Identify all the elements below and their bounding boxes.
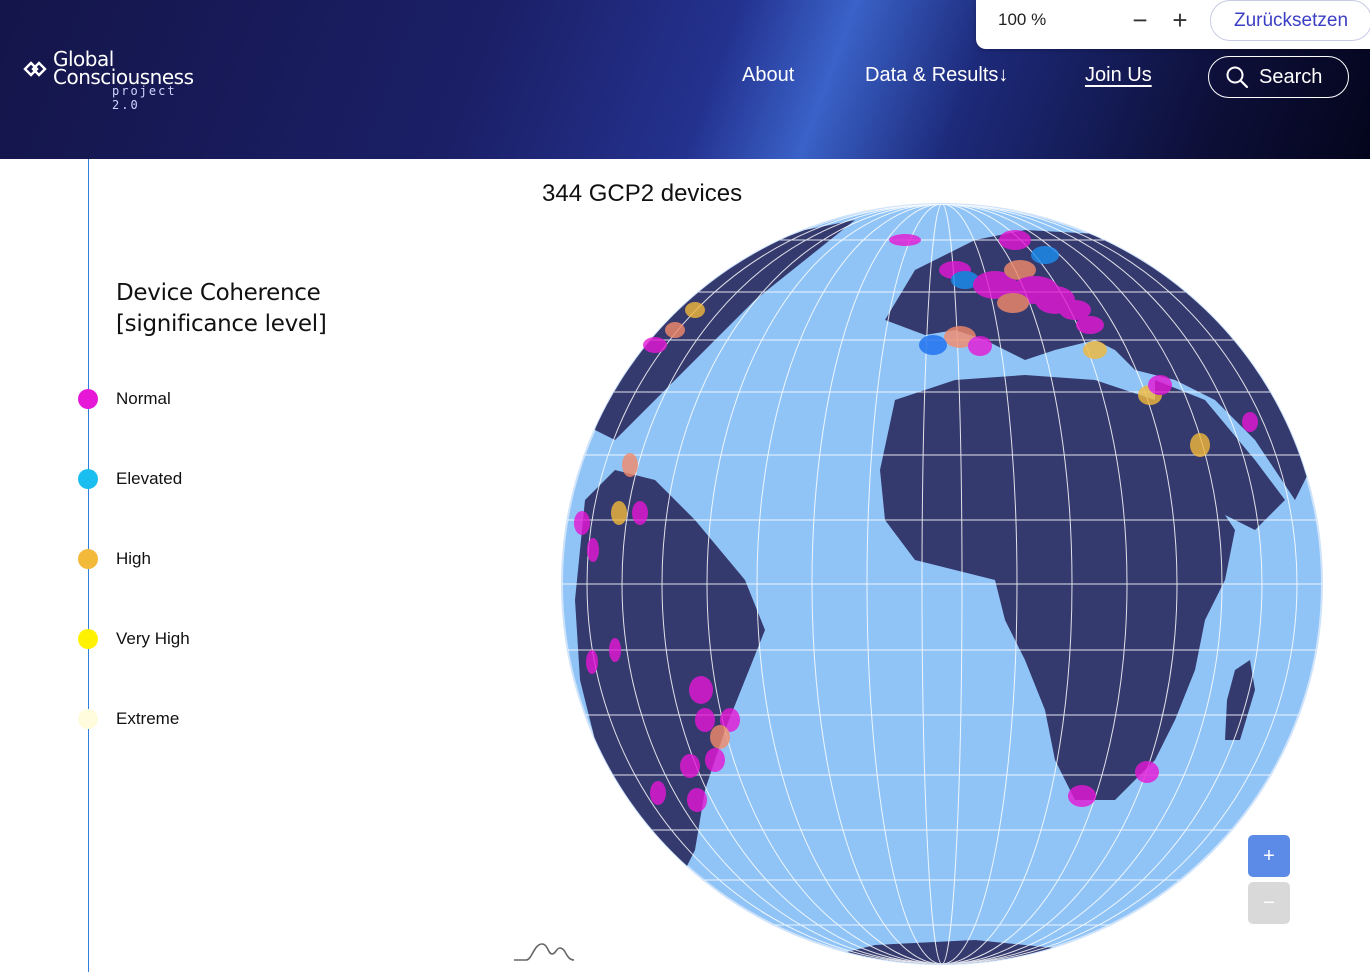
gcp-logo[interactable]: Global Consciousness project 2.0 (20, 47, 200, 112)
device-marker (643, 337, 667, 353)
device-marker (622, 453, 638, 477)
device-marker (919, 335, 947, 355)
device-marker (1068, 785, 1096, 807)
legend-item-high: High (78, 548, 151, 570)
logo-icon (23, 61, 47, 77)
device-marker (1190, 433, 1210, 457)
zoom-in-button[interactable]: + (1166, 6, 1194, 34)
legend-dot-very-high (78, 629, 98, 649)
zoom-bar: 100 % − + Zurücksetzen (976, 0, 1370, 49)
legend-item-normal: Normal (78, 388, 171, 410)
device-marker (1135, 761, 1159, 783)
device-marker (1083, 341, 1107, 359)
device-marker (609, 638, 621, 662)
device-marker (997, 293, 1029, 313)
legend-title-line1: Device Coherence (116, 280, 321, 306)
nav-about[interactable]: About (742, 64, 794, 87)
device-marker (689, 676, 713, 704)
legend-title: Device Coherence [significance level] (116, 278, 327, 340)
device-marker (650, 781, 666, 805)
nav-data-results-label: Data & Results (865, 64, 999, 86)
logo-subtitle: project 2.0 (112, 84, 177, 112)
legend-label-very-high: Very High (116, 629, 190, 648)
legend-item-very-high: Very High (78, 628, 190, 650)
device-marker (586, 650, 598, 674)
arrow-down-icon: ↓ (998, 64, 1009, 86)
legend-dot-extreme (78, 709, 98, 729)
legend-label-normal: Normal (116, 389, 171, 408)
device-marker (695, 708, 715, 732)
device-marker (1076, 316, 1104, 334)
zoom-reset-button[interactable]: Zurücksetzen (1210, 0, 1370, 41)
nav-data-results[interactable]: Data & Results↓ (865, 64, 1008, 87)
legend-dot-high (78, 549, 98, 569)
legend-label-high: High (116, 549, 151, 568)
device-marker (685, 302, 705, 318)
legend-dot-elevated (78, 469, 98, 489)
map-zoom-in-button[interactable]: + (1248, 835, 1290, 877)
device-marker (611, 501, 627, 525)
device-marker (1148, 375, 1172, 395)
legend-item-extreme: Extreme (78, 708, 179, 730)
device-marker (574, 511, 590, 535)
legend-title-line2: [significance level] (116, 311, 327, 337)
map-zoom-out-button[interactable]: − (1248, 882, 1290, 924)
distribution-curve-icon (514, 943, 575, 961)
device-marker (680, 754, 700, 778)
device-marker (889, 234, 921, 246)
zoom-out-button[interactable]: − (1126, 6, 1154, 34)
legend-item-elevated: Elevated (78, 468, 182, 490)
device-marker (665, 322, 685, 338)
device-marker (587, 538, 599, 562)
device-marker (968, 336, 992, 356)
zoom-level: 100 % (998, 10, 1047, 29)
device-marker (1242, 412, 1258, 432)
device-marker (710, 725, 730, 749)
device-marker (999, 230, 1031, 250)
search-icon (1226, 66, 1249, 89)
legend-label-extreme: Extreme (116, 709, 180, 728)
search-label: Search (1259, 65, 1323, 88)
device-marker (705, 748, 725, 772)
search-button[interactable]: Search (1208, 56, 1349, 98)
device-marker (632, 501, 648, 525)
legend-dot-normal (78, 389, 98, 409)
legend-label-elevated: Elevated (116, 469, 183, 488)
nav-join-us[interactable]: Join Us (1085, 64, 1152, 87)
device-marker (687, 788, 707, 812)
globe-map[interactable] (555, 200, 1330, 972)
device-marker (1031, 246, 1059, 264)
